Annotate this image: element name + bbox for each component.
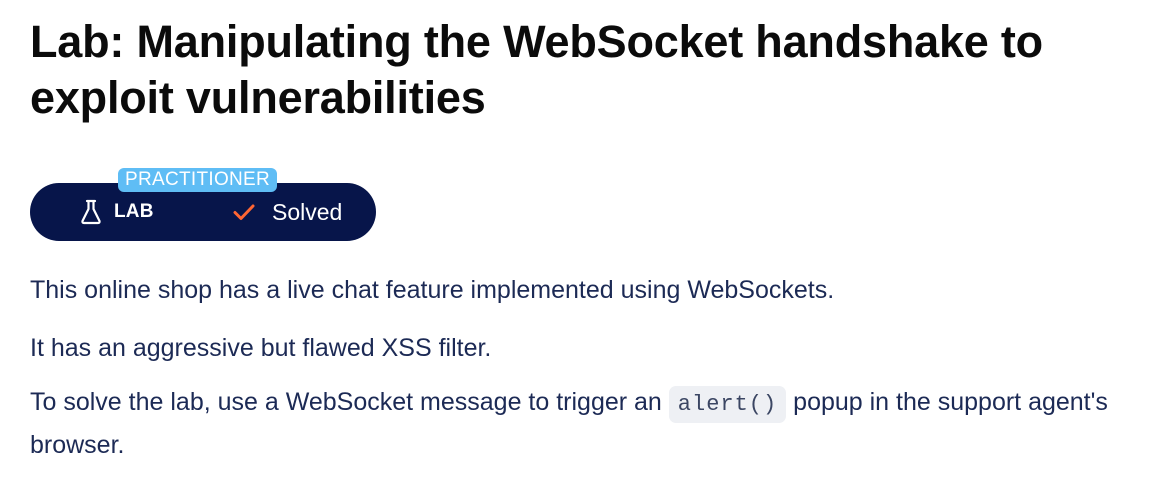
description-text-before: To solve the lab, use a WebSocket messag… [30,388,669,416]
lab-status-badge: PRACTITIONER LAB Solved [30,168,376,241]
page-title: Lab: Manipulating the WebSocket handshak… [30,16,1043,123]
description-paragraph-2: It has an aggressive but flawed XSS filt… [30,334,492,362]
status-label: Solved [272,198,343,225]
alert-code-snippet: alert() [668,386,787,423]
description-paragraph-1: This online shop has a live chat feature… [30,276,835,304]
lab-label: LAB [114,201,154,222]
check-icon [232,202,256,222]
description-paragraph-3: To solve the lab, use a WebSocket messag… [30,382,1130,465]
flask-icon [80,199,102,225]
lab-description: This online shop has a live chat feature… [30,270,1130,465]
level-tag: PRACTITIONER [118,168,278,192]
lab-page: Lab: Manipulating the WebSocket handshak… [0,0,1162,480]
